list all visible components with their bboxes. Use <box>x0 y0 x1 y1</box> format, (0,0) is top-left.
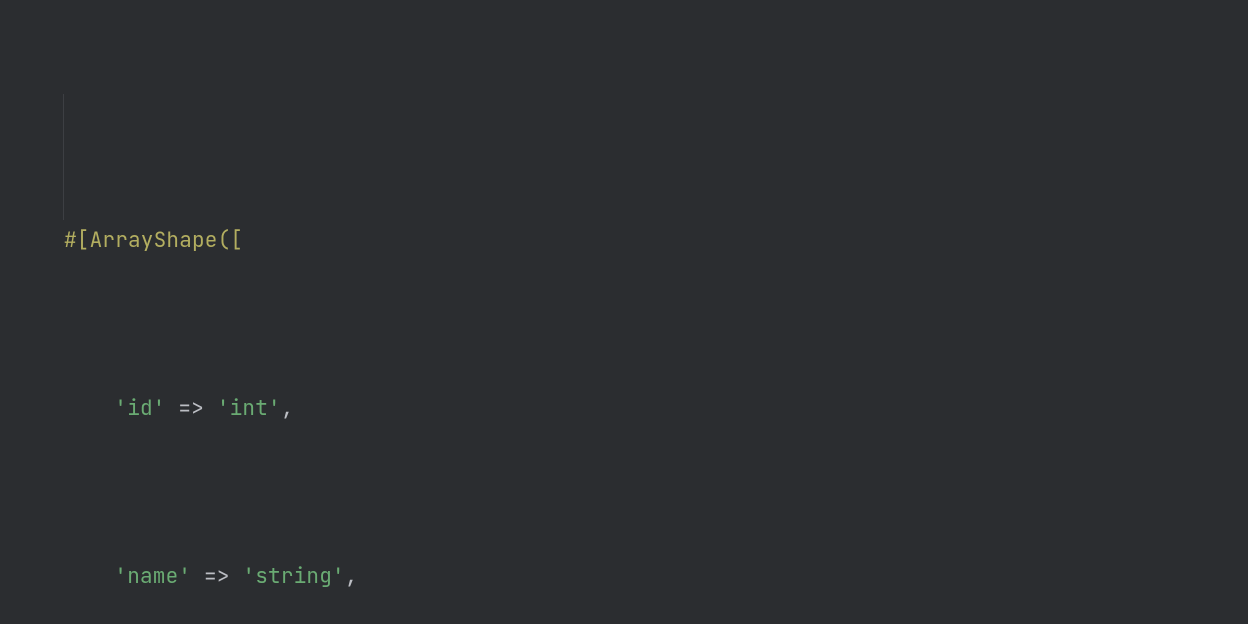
code-editor[interactable]: #[ArrayShape([ 'id' => 'int', 'name' => … <box>0 0 1248 624</box>
array-key: 'name' <box>114 563 191 590</box>
attr-open: #[ <box>64 227 90 254</box>
attr-name: ArrayShape <box>90 227 218 254</box>
comma: , <box>345 563 358 590</box>
array-value: 'string' <box>242 563 344 590</box>
array-key: 'id' <box>114 395 165 422</box>
arrow-op: => <box>204 563 230 590</box>
arrow-op: => <box>178 395 204 422</box>
array-value: 'int' <box>217 395 281 422</box>
code-line: #[ArrayShape([ <box>0 220 1248 262</box>
code-line: 'name' => 'string', <box>0 556 1248 598</box>
indent-guide <box>63 94 64 220</box>
code-line: 'id' => 'int', <box>0 388 1248 430</box>
attr-arg-open: ([ <box>218 227 244 254</box>
comma: , <box>281 395 294 422</box>
